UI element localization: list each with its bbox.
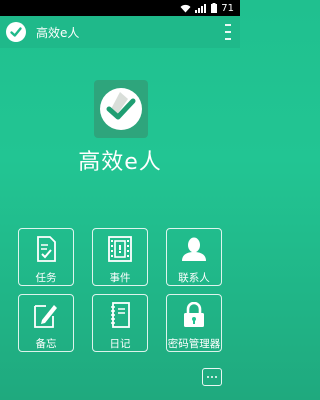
app-name: 高效e人 (78, 150, 162, 175)
app-check-icon[interactable] (6, 22, 26, 42)
title-bar: 高效e人 (0, 16, 240, 48)
app-logo (94, 80, 148, 138)
status-bar: 71 (0, 0, 240, 16)
overflow-menu-icon[interactable] (224, 24, 232, 40)
diary-button[interactable]: 日记 (92, 294, 148, 352)
contacts-label: 联系人 (178, 272, 210, 284)
more-dot-icon (211, 376, 213, 378)
memo-pencil-icon (34, 305, 57, 328)
password-lock-icon (184, 302, 204, 327)
status-time: 71 (221, 2, 234, 14)
event-film-icon (108, 236, 132, 262)
task-button[interactable]: 任务 (18, 228, 74, 286)
memo-label: 备忘 (35, 338, 57, 350)
more-options-button[interactable] (202, 368, 222, 386)
contacts-button[interactable]: 联系人 (166, 228, 222, 286)
more-dot-icon (215, 376, 217, 378)
memo-button[interactable]: 备忘 (18, 294, 74, 352)
app-title: 高效e人 (36, 25, 80, 40)
battery-icon (211, 3, 218, 13)
event-button[interactable]: 事件 (92, 228, 148, 286)
logo-check-icon (100, 88, 142, 130)
contact-person-icon (182, 237, 206, 261)
diary-notebook-icon (111, 302, 130, 328)
diary-label: 日记 (109, 338, 131, 350)
password-manager-label: 密码管理器 (167, 338, 221, 350)
feature-grid: 任务 事件 联系人 备忘 日记 密码管理器 (18, 228, 232, 352)
more-dot-icon (207, 376, 209, 378)
task-label: 任务 (35, 272, 57, 284)
password-manager-button[interactable]: 密码管理器 (166, 294, 222, 352)
signal-icon (195, 3, 207, 13)
task-checklist-icon (37, 236, 56, 262)
event-label: 事件 (109, 272, 131, 284)
wifi-icon (180, 4, 191, 12)
